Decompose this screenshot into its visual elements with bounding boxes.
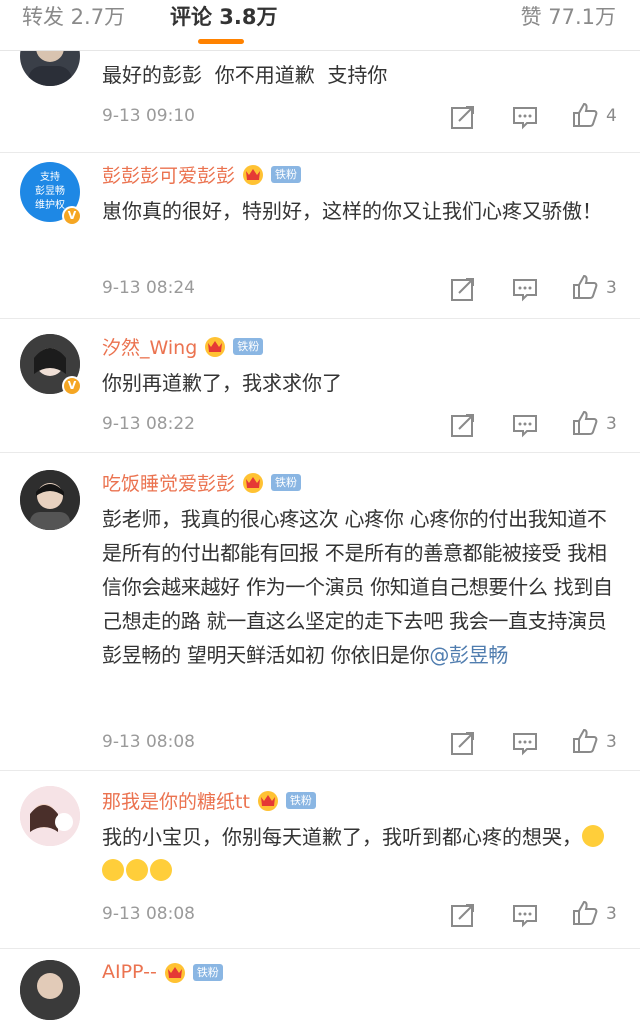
username[interactable]: 那我是你的糖纸tt xyxy=(102,787,250,814)
comment-icon[interactable] xyxy=(512,730,538,756)
thumbs-up-icon[interactable] xyxy=(572,102,598,128)
comment-item: 那我是你的糖纸tt 铁粉 我的小宝贝，你别每天道歉了，我听到都心疼的想哭， 9-… xyxy=(0,770,640,949)
username[interactable]: 汐然_Wing xyxy=(102,333,197,360)
comment-item: 最好的彭彭 你不用道歉 支持你 9-13 09:10 4 xyxy=(0,26,640,153)
comment-time: 9-13 09:10 xyxy=(102,106,195,126)
avatar[interactable] xyxy=(20,786,80,846)
crying-emoji-icon xyxy=(102,859,124,881)
fan-badge: 铁粉 xyxy=(233,337,264,355)
comment-item: 支持 彭昱畅 维护权 V 彭彭彭可爱彭彭 铁粉 崽你真的很好，特别好，这样的你又… xyxy=(0,152,640,319)
like-count: 3 xyxy=(606,278,617,298)
like-count: 3 xyxy=(606,732,617,752)
comment-text: 你别再道歉了，我求求你了 xyxy=(102,371,342,395)
crying-emoji-icon xyxy=(582,825,604,847)
comment-time: 9-13 08:24 xyxy=(102,278,195,298)
comment-item: 吃饭睡觉爱彭彭 铁粉 彭老师，我真的很心疼这次 心疼你 心疼你的付出我知道不是所… xyxy=(0,452,640,771)
comment-time: 9-13 08:08 xyxy=(102,904,195,924)
crying-emoji-icon xyxy=(126,859,148,881)
thumbs-up-icon[interactable] xyxy=(572,274,598,300)
comment-text: 彭老师，我真的很心疼这次 心疼你 心疼你的付出我知道不是所有的付出都能有回报 不… xyxy=(102,507,613,667)
comment-text: 我的小宝贝，你别每天道歉了，我听到都心疼的想哭， xyxy=(102,820,622,888)
comment-time: 9-13 08:08 xyxy=(102,732,195,752)
mention-link[interactable]: @彭昱畅 xyxy=(429,643,508,667)
share-icon[interactable] xyxy=(450,412,476,438)
like-count: 3 xyxy=(606,414,617,434)
verified-badge-icon: V xyxy=(62,206,82,226)
username[interactable]: 吃饭睡觉爱彭彭 xyxy=(102,469,235,496)
crown-icon xyxy=(243,165,264,185)
crown-icon xyxy=(257,791,278,811)
crown-icon xyxy=(205,337,226,357)
comment-tabs: 转发 2.7万 评论 3.8万 赞 77.1万 xyxy=(0,0,640,51)
comment-time: 9-13 08:22 xyxy=(102,414,195,434)
share-icon[interactable] xyxy=(450,276,476,302)
thumbs-up-icon[interactable] xyxy=(572,410,598,436)
verified-badge-icon: V xyxy=(62,376,82,396)
comment-item: V 汐然_Wing 铁粉 你别再道歉了，我求求你了 9-13 08:22 3 xyxy=(0,318,640,453)
thumbs-up-icon[interactable] xyxy=(572,728,598,754)
comment-icon[interactable] xyxy=(512,902,538,928)
username[interactable]: AIPP-- xyxy=(102,961,157,983)
fan-badge: 铁粉 xyxy=(271,473,302,491)
avatar[interactable] xyxy=(20,960,80,1020)
thumbs-up-icon[interactable] xyxy=(572,900,598,926)
active-tab-indicator xyxy=(198,39,244,44)
crying-emoji-icon xyxy=(150,859,172,881)
comment-item: AIPP-- 铁粉 xyxy=(0,948,640,1020)
comment-icon[interactable] xyxy=(512,276,538,302)
tab-repost[interactable]: 转发 2.7万 xyxy=(22,0,125,48)
username[interactable]: 彭彭彭可爱彭彭 xyxy=(102,161,235,188)
share-icon[interactable] xyxy=(450,902,476,928)
crown-icon xyxy=(243,473,264,493)
comment-text: 崽你真的很好，特别好，这样的你又让我们心疼又骄傲！ xyxy=(102,199,602,223)
fan-badge: 铁粉 xyxy=(192,963,223,981)
tab-like[interactable]: 赞 77.1万 xyxy=(521,0,616,48)
fan-badge: 铁粉 xyxy=(285,791,316,809)
like-count: 3 xyxy=(606,904,617,924)
comment-icon[interactable] xyxy=(512,104,538,130)
share-icon[interactable] xyxy=(450,730,476,756)
comment-text: 最好的彭彭 你不用道歉 支持你 xyxy=(102,63,388,87)
share-icon[interactable] xyxy=(450,104,476,130)
like-count: 4 xyxy=(606,106,617,126)
avatar[interactable] xyxy=(20,470,80,530)
fan-badge: 铁粉 xyxy=(271,165,302,183)
comment-icon[interactable] xyxy=(512,412,538,438)
crown-icon xyxy=(164,963,185,983)
